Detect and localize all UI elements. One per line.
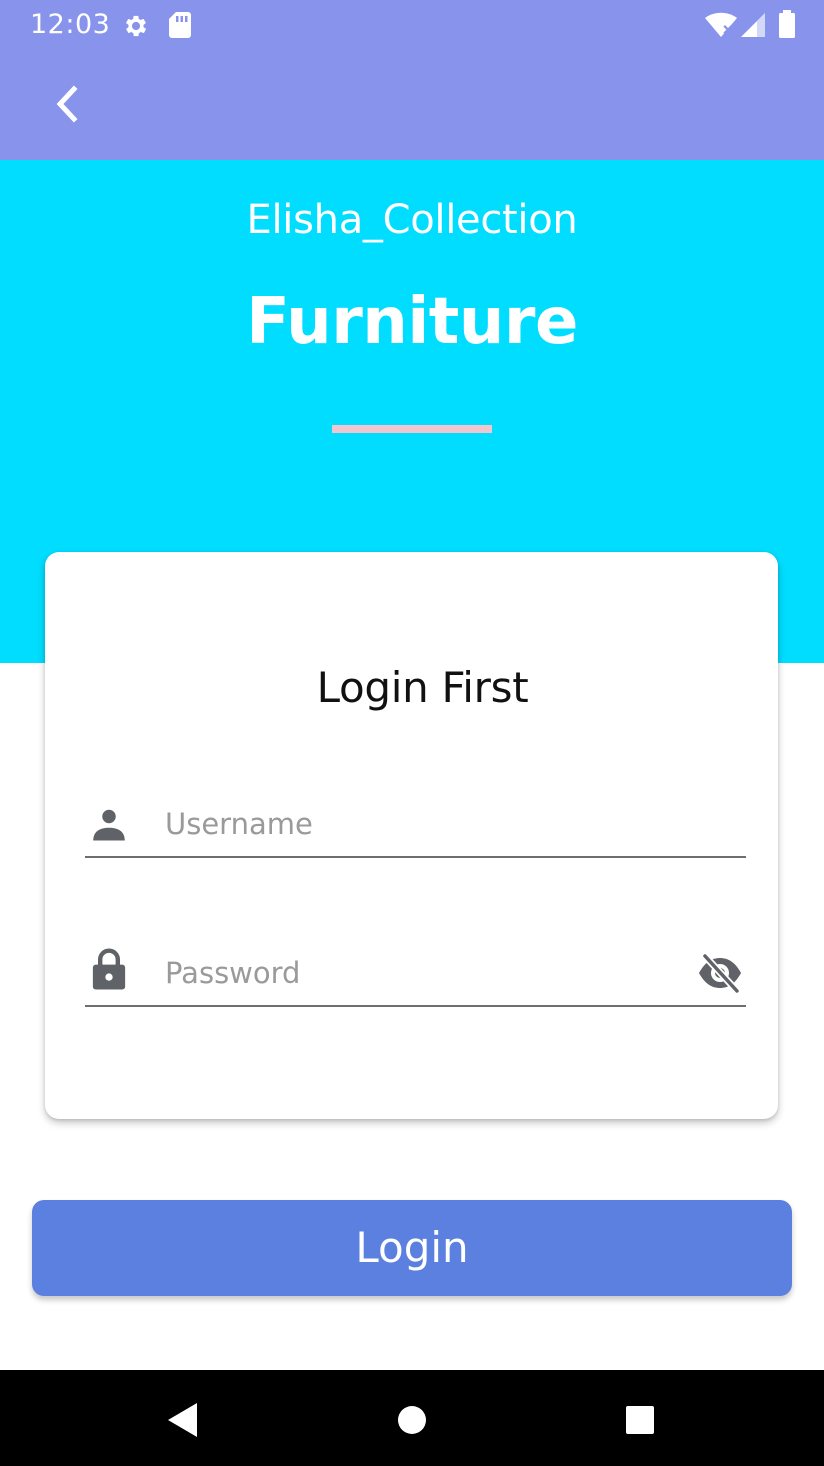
- battery-icon: [778, 10, 796, 43]
- nav-recents-icon[interactable]: [618, 1398, 662, 1442]
- back-button[interactable]: [36, 72, 100, 136]
- nav-back-icon[interactable]: [160, 1398, 204, 1442]
- lock-icon: [91, 948, 127, 990]
- password-input[interactable]: [165, 949, 685, 997]
- password-visibility-toggle[interactable]: [696, 951, 744, 995]
- username-input[interactable]: [165, 800, 685, 848]
- login-card: Login First: [45, 552, 778, 1119]
- nav-home-icon[interactable]: [390, 1398, 434, 1442]
- navigation-bar: [0, 1370, 824, 1466]
- person-icon: [91, 804, 127, 844]
- status-time: 12:03: [30, 9, 111, 40]
- status-bar: 12:03: [0, 0, 824, 50]
- username-field: [85, 790, 746, 858]
- card-title: Login First: [316, 663, 529, 712]
- brand-name: Elisha_Collection: [246, 197, 578, 243]
- chevron-left-icon: [56, 85, 78, 123]
- visibility-off-icon: [699, 953, 741, 993]
- page-title: Furniture: [246, 285, 578, 359]
- sd-card-icon: [168, 11, 192, 44]
- title-divider: [332, 425, 492, 433]
- signal-icon: [740, 12, 766, 43]
- login-button[interactable]: Login: [32, 1200, 792, 1296]
- wifi-icon: [704, 12, 738, 43]
- password-field: [85, 939, 746, 1007]
- gear-icon: [122, 12, 150, 45]
- toolbar: [0, 50, 824, 160]
- login-screen: 12:03 Elisha_Collection Furniture Login …: [0, 0, 824, 1466]
